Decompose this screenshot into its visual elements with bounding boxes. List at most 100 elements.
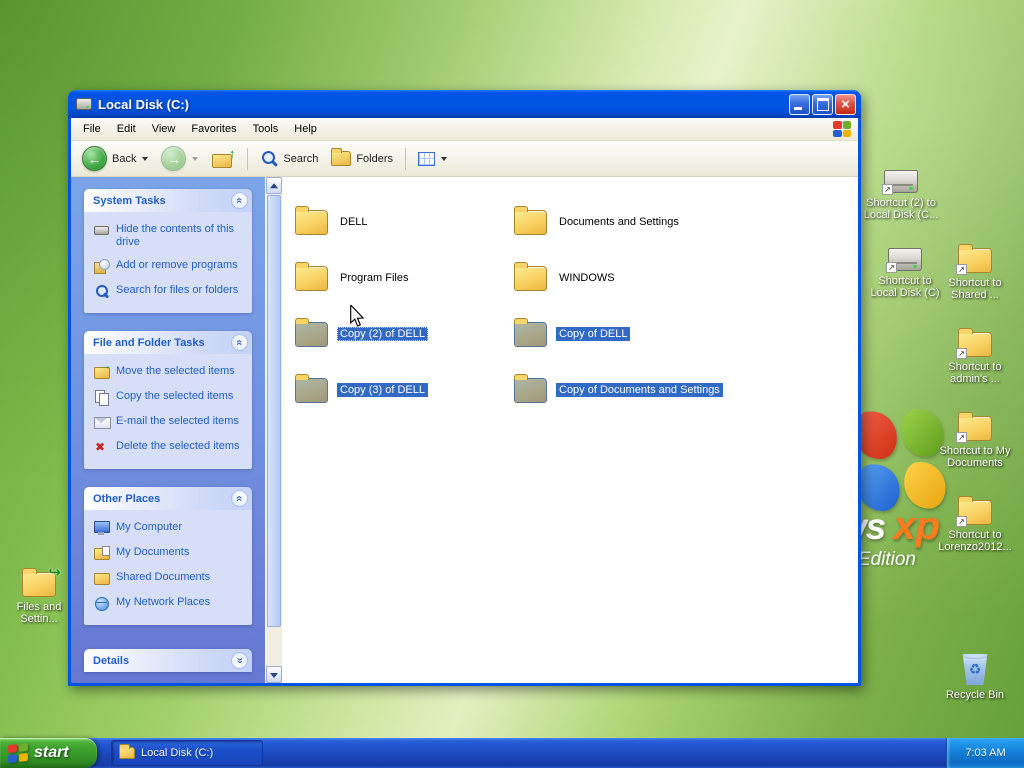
desktop-icon-files-and-settings[interactable]: Files and Settin...: [6, 563, 72, 625]
panel-system-tasks: System Tasks Hide the contents of this dr…: [84, 189, 252, 313]
views-button[interactable]: [413, 150, 452, 168]
desktop-icon-shortcut-to-local-disk-c[interactable]: Shortcut to Local Disk (C): [866, 248, 944, 299]
forward-dropdown-icon[interactable]: [192, 156, 199, 161]
title-bar[interactable]: Local Disk (C:): [68, 90, 861, 118]
menu-view[interactable]: View: [144, 119, 184, 139]
task-link-network[interactable]: My Network Places: [94, 596, 246, 611]
forward-button[interactable]: [156, 144, 203, 173]
panel-other-places: Other Places My Computer My Documents Share…: [84, 487, 252, 625]
menu-tools[interactable]: Tools: [245, 119, 287, 139]
system-tray: 7:03 AM: [946, 738, 1024, 768]
file-item[interactable]: Documents and Settings: [514, 194, 858, 250]
chevron-up-icon[interactable]: [231, 192, 248, 209]
shared-icon: [94, 571, 110, 586]
menu-edit[interactable]: Edit: [109, 119, 144, 139]
task-link-move[interactable]: Move the selected items: [94, 361, 246, 380]
file-item[interactable]: Copy (3) of DELL: [295, 362, 514, 418]
views-dropdown-icon[interactable]: [441, 156, 448, 161]
file-label: Copy (3) of DELL: [337, 383, 428, 397]
desktop-icon-recycle-bin[interactable]: Recycle Bin: [936, 652, 1014, 701]
panel-title: System Tasks: [93, 194, 166, 207]
taskbar-button-local-disk[interactable]: Local Disk (C:): [111, 740, 263, 766]
task-label: My Documents: [116, 546, 190, 558]
task-link-drive[interactable]: Hide the contents of this drive: [94, 223, 246, 249]
task-pane-panels: System Tasks Hide the contents of this dr…: [84, 189, 252, 672]
drive-icon: [94, 223, 110, 238]
panel-header-system-tasks[interactable]: System Tasks: [84, 189, 252, 212]
shortcut-arrow-badge: [882, 184, 893, 195]
file-label: Copy (2) of DELL: [337, 327, 428, 341]
task-pane-scrollbar[interactable]: [265, 177, 282, 683]
scroll-up-button[interactable]: [266, 177, 282, 194]
panel-title: Details: [93, 654, 130, 667]
scroll-thumb[interactable]: [267, 195, 281, 627]
file-item[interactable]: WINDOWS: [514, 250, 858, 306]
file-item[interactable]: DELL: [295, 194, 514, 250]
task-label: Local Disk (C:): [141, 747, 214, 759]
desktop-icon-shortcut-to-lorenzo2012[interactable]: Shortcut to Lorenzo2012...: [936, 496, 1014, 553]
back-icon: [82, 146, 107, 171]
drive-icon: [76, 98, 92, 110]
close-button[interactable]: [835, 93, 856, 115]
task-link-shared[interactable]: Shared Documents: [94, 571, 246, 586]
scroll-down-button[interactable]: [266, 666, 282, 683]
scroll-track[interactable]: [266, 628, 282, 666]
drive-icon: [886, 248, 922, 273]
task-link-copy[interactable]: Copy the selected items: [94, 390, 246, 406]
task-link-search[interactable]: Search for files or folders: [94, 284, 246, 299]
back-button[interactable]: Back: [77, 144, 153, 173]
task-pane: System Tasks Hide the contents of this dr…: [71, 177, 265, 683]
shortcut-arrow-badge: [956, 516, 967, 527]
panel-title: Other Places: [93, 492, 161, 505]
panel-header-file-and-folder-tasks[interactable]: File and Folder Tasks: [84, 331, 252, 354]
task-link-mail[interactable]: E-mail the selected items: [94, 415, 246, 430]
file-label: DELL: [340, 216, 368, 228]
menu-file[interactable]: File: [75, 119, 109, 139]
task-label: Delete the selected items: [116, 440, 240, 452]
maximize-button[interactable]: [812, 93, 833, 115]
folder-icon: [956, 244, 992, 275]
docs-icon: [94, 546, 110, 561]
start-windows-flag-icon: [8, 742, 28, 764]
panel-header-other-places[interactable]: Other Places: [84, 487, 252, 510]
task-label: Copy the selected items: [116, 390, 234, 402]
menu-help[interactable]: Help: [286, 119, 325, 139]
minimize-button[interactable]: [789, 93, 810, 115]
task-link-programs[interactable]: Add or remove programs: [94, 259, 246, 274]
folder-icon: [295, 205, 328, 235]
panel-details: Details: [84, 649, 252, 672]
task-link-docs[interactable]: My Documents: [94, 546, 246, 561]
task-label: My Network Places: [116, 596, 211, 608]
up-button[interactable]: [206, 146, 240, 171]
folders-button[interactable]: Folders: [326, 148, 398, 168]
file-label: Documents and Settings: [559, 216, 679, 228]
desktop-icon-label: Shortcut to Shared ...: [948, 277, 1002, 301]
desktop-icon-shortcut-to-shared[interactable]: Shortcut to Shared ...: [936, 244, 1014, 301]
file-item[interactable]: Copy of DELL: [514, 306, 858, 362]
folder-icon: [295, 317, 328, 347]
task-label: My Computer: [116, 521, 183, 533]
desktop-icon-shortcut-to-my-documents[interactable]: Shortcut to My Documents: [936, 412, 1014, 469]
back-dropdown-icon[interactable]: [142, 156, 149, 161]
task-label: Search for files or folders: [116, 284, 239, 296]
chevron-down-icon[interactable]: [231, 652, 248, 669]
start-button[interactable]: start: [0, 738, 97, 768]
file-item[interactable]: Copy (2) of DELL: [295, 306, 514, 362]
search-button[interactable]: Search: [255, 148, 323, 170]
copy-icon: [94, 390, 110, 406]
task-label: Hide the contents of this drive: [116, 223, 235, 248]
file-item[interactable]: Copy of Documents and Settings: [514, 362, 858, 418]
file-item[interactable]: Program Files: [295, 250, 514, 306]
folder-icon: [295, 261, 328, 291]
task-folder-icon: [119, 744, 135, 759]
task-link-computer[interactable]: My Computer: [94, 521, 246, 536]
desktop-icon-shortcut-2-to-local-disk-c[interactable]: Shortcut (2) to Local Disk (C...: [862, 170, 940, 221]
panel-header-details[interactable]: Details: [84, 649, 252, 672]
computer-icon: [94, 521, 110, 536]
clock: 7:03 AM: [965, 747, 1006, 759]
desktop-icon-shortcut-to-admins[interactable]: Shortcut to admin's ...: [936, 328, 1014, 385]
menu-favorites[interactable]: Favorites: [183, 119, 244, 139]
chevron-up-icon[interactable]: [231, 490, 248, 507]
chevron-up-icon[interactable]: [231, 334, 248, 351]
task-link-delete[interactable]: Delete the selected items: [94, 440, 246, 455]
